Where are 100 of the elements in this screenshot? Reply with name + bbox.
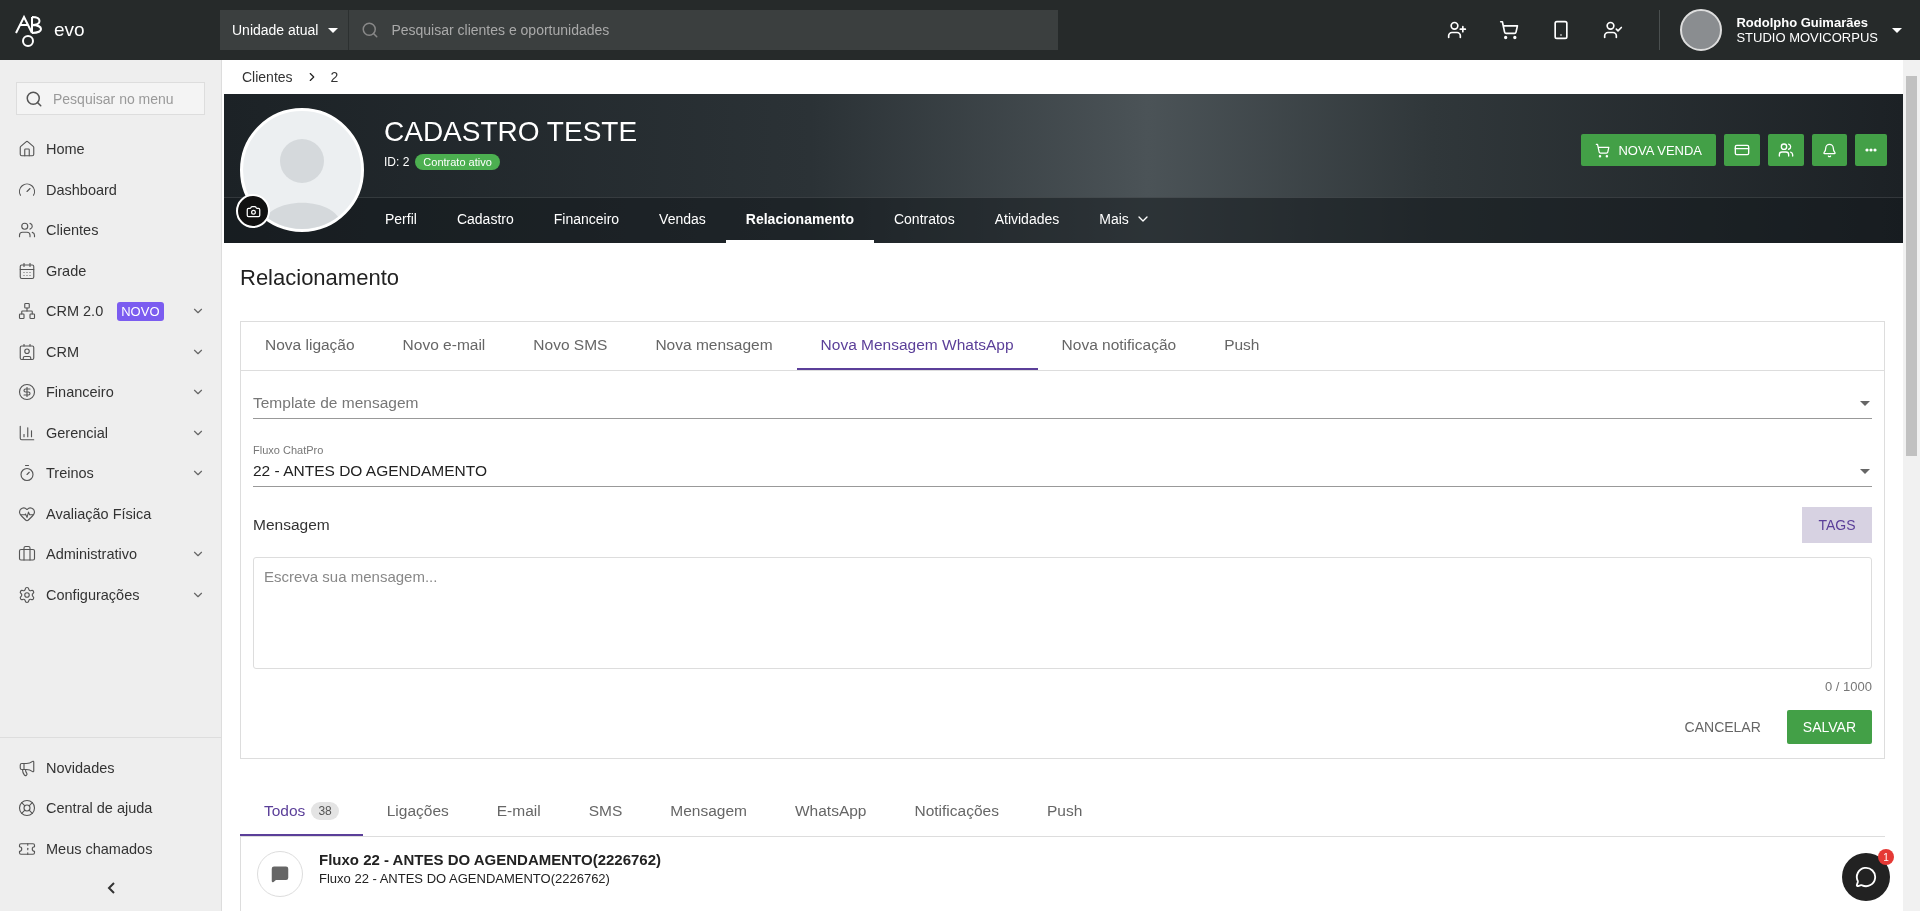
composer-tab[interactable]: Novo SMS bbox=[509, 322, 632, 370]
camera-button[interactable] bbox=[236, 194, 270, 229]
history-tab[interactable]: Notificações bbox=[890, 787, 1023, 836]
card-button[interactable] bbox=[1724, 134, 1760, 167]
menu-search-field[interactable]: Pesquisar no menu bbox=[16, 82, 205, 115]
profile-tab[interactable]: Financeiro bbox=[533, 198, 640, 243]
menu-item[interactable]: CRM 2.0 NOVO bbox=[0, 291, 221, 332]
bell-icon bbox=[1822, 142, 1837, 158]
menu-item[interactable]: Avaliação Física bbox=[0, 493, 221, 534]
history-tab[interactable]: Todos 38 bbox=[240, 787, 363, 836]
template-select[interactable]: Template de mensagem bbox=[253, 389, 1872, 419]
profile-tab[interactable]: Mais bbox=[1079, 198, 1171, 243]
message-icon bbox=[271, 865, 289, 883]
menu-item[interactable]: Configurações bbox=[0, 574, 221, 615]
client-id: ID: 2 bbox=[384, 155, 410, 170]
lifebuoy-icon bbox=[18, 799, 36, 818]
menu-item-label: Novidades bbox=[46, 759, 115, 776]
menu-item[interactable]: Administrativo bbox=[0, 534, 221, 575]
history-tab[interactable]: WhatsApp bbox=[771, 787, 891, 836]
composer-tab[interactable]: Push bbox=[1200, 322, 1284, 370]
menu-item-label: Home bbox=[46, 141, 85, 158]
profile-tab[interactable]: Contratos bbox=[873, 198, 975, 243]
gauge-icon bbox=[18, 180, 36, 199]
profile-tab[interactable]: Vendas bbox=[639, 198, 726, 243]
users-icon bbox=[1778, 142, 1794, 159]
history-tab[interactable]: Push bbox=[1022, 787, 1107, 836]
client-name: CADASTRO TESTE bbox=[384, 116, 638, 149]
company-name: STUDIO MOVICORPUS bbox=[1736, 30, 1878, 45]
menu-item[interactable]: Financeiro bbox=[0, 372, 221, 413]
tags-button[interactable]: TAGS bbox=[1802, 507, 1872, 543]
menu-item-label: Gerencial bbox=[46, 424, 109, 441]
menu-item-label: Avaliação Física bbox=[46, 505, 152, 522]
unread-badge: 1 bbox=[1878, 849, 1894, 865]
menu-item[interactable]: Home bbox=[0, 129, 221, 170]
search-icon bbox=[25, 89, 43, 108]
menu-item[interactable]: Dashboard bbox=[0, 169, 221, 210]
user-name: Rodolpho Guimarães bbox=[1736, 15, 1869, 30]
profile-tab[interactable]: Atividades bbox=[974, 198, 1080, 243]
breadcrumb-link[interactable]: 2 bbox=[330, 69, 339, 86]
menu-item[interactable]: Central de ajuda bbox=[0, 788, 221, 829]
add-user-button[interactable] bbox=[1447, 20, 1468, 40]
chevron-left-icon bbox=[106, 882, 115, 894]
menu-item[interactable]: Gerencial bbox=[0, 412, 221, 453]
menu-item-label: CRM bbox=[46, 343, 80, 360]
cancel-button[interactable]: CANCELAR bbox=[1672, 710, 1773, 744]
home-icon bbox=[18, 140, 36, 159]
scrollbar[interactable] bbox=[1903, 60, 1920, 911]
menu-item[interactable]: Clientes bbox=[0, 210, 221, 251]
count-badge: 38 bbox=[311, 801, 339, 820]
profile-tab[interactable]: Relacionamento bbox=[725, 198, 874, 243]
settings-icon bbox=[18, 585, 36, 604]
menu-item[interactable]: Novidades bbox=[0, 747, 221, 788]
cart-button[interactable] bbox=[1499, 20, 1520, 40]
menu-item[interactable]: Treinos bbox=[0, 453, 221, 494]
bar-chart-icon bbox=[18, 423, 36, 442]
more-icon bbox=[1865, 148, 1877, 153]
menu-item-label: Grade bbox=[46, 262, 87, 279]
message-input[interactable]: Escreva sua mensagem... bbox=[253, 557, 1872, 669]
cart-icon bbox=[1499, 20, 1520, 40]
group-button[interactable] bbox=[1768, 134, 1804, 167]
message-label: Mensagem bbox=[253, 516, 330, 534]
profile-tab[interactable]: Perfil bbox=[365, 198, 437, 243]
menu-item[interactable]: CRM bbox=[0, 331, 221, 372]
composer-tab[interactable]: Nova notificação bbox=[1037, 322, 1201, 370]
history-tab[interactable]: E-mail bbox=[472, 787, 565, 836]
user-check-button[interactable] bbox=[1603, 20, 1624, 40]
menu-item[interactable]: Meus chamados bbox=[0, 828, 221, 869]
avatar bbox=[1680, 9, 1723, 51]
menu-item-label: Financeiro bbox=[46, 384, 114, 401]
profile-tab[interactable]: Cadastro bbox=[436, 198, 534, 243]
user-check-icon bbox=[1603, 20, 1624, 40]
menu-item-label: CRM 2.0 bbox=[46, 303, 104, 320]
composer-tab[interactable]: Nova Mensagem WhatsApp bbox=[796, 322, 1038, 370]
history-tab[interactable]: Ligações bbox=[362, 787, 473, 836]
user-menu[interactable]: Rodolpho Guimarães STUDIO MOVICORPUS bbox=[1660, 9, 1920, 51]
unit-select[interactable]: Unidade atual bbox=[220, 10, 349, 50]
menu-item-label: Clientes bbox=[46, 222, 99, 239]
history-tab[interactable]: SMS bbox=[564, 787, 647, 836]
menu-item[interactable]: Grade bbox=[0, 250, 221, 291]
search-icon bbox=[361, 21, 380, 39]
menu-item-label: Administrativo bbox=[46, 546, 138, 563]
bell-button[interactable] bbox=[1812, 134, 1847, 167]
add-user-icon bbox=[1447, 20, 1468, 40]
timer-icon bbox=[18, 464, 36, 483]
composer-tab[interactable]: Nova mensagem bbox=[631, 322, 797, 370]
status-badge: Contrato ativo bbox=[415, 154, 500, 171]
contact-card-icon bbox=[18, 342, 36, 361]
flow-select[interactable]: Fluxo ChatPro 22 - ANTES DO AGENDAMENTO bbox=[253, 439, 1872, 487]
section-title: Relacionamento bbox=[240, 265, 400, 291]
menu-item-label: Meus chamados bbox=[46, 840, 153, 857]
menu-item-label: Configurações bbox=[46, 586, 140, 603]
history-tab[interactable]: Mensagem bbox=[646, 787, 771, 836]
briefcase-icon bbox=[18, 545, 36, 564]
breadcrumb-link[interactable]: Clientes bbox=[242, 69, 293, 86]
search-field[interactable]: Pesquisar clientes e oportunidades bbox=[348, 10, 1059, 50]
composer-tab[interactable]: Novo e-mail bbox=[378, 322, 510, 370]
more-button[interactable] bbox=[1855, 134, 1887, 167]
calendar-icon bbox=[18, 261, 36, 280]
composer-tab[interactable]: Nova ligação bbox=[241, 322, 379, 370]
chat-icon bbox=[1855, 866, 1877, 888]
